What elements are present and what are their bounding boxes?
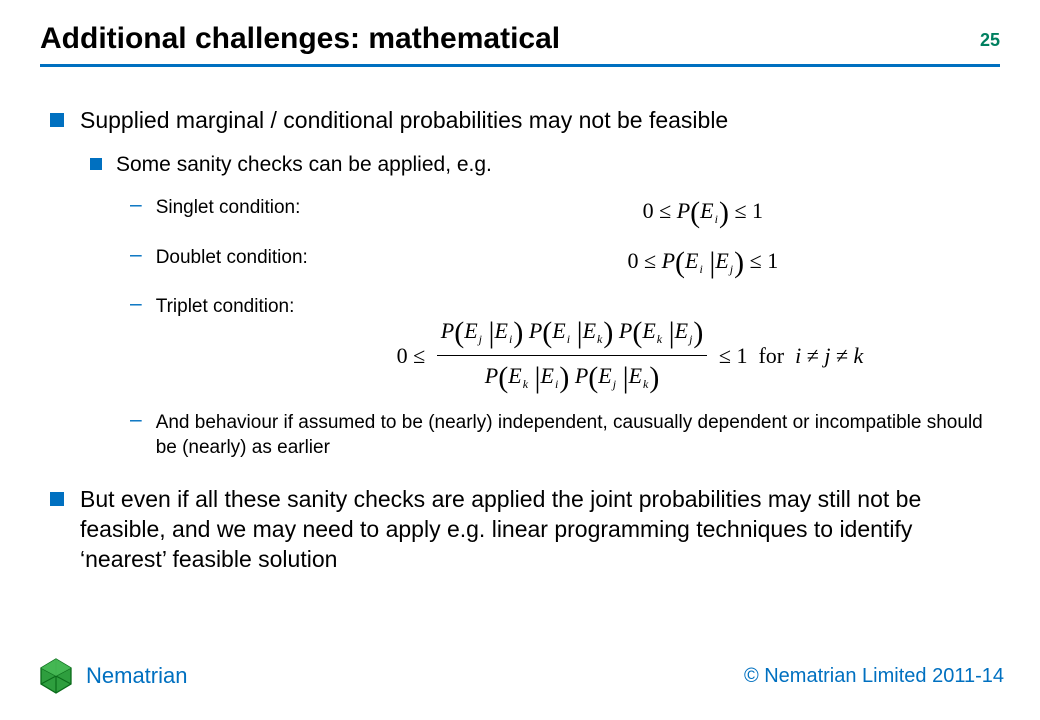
header-divider [40, 64, 1000, 67]
bullet-level2: Some sanity checks can be applied, e.g. [90, 151, 1000, 179]
slide: 25 Additional challenges: mathematical S… [0, 0, 1040, 720]
brand-name: Nematrian [86, 663, 187, 689]
dash-item-behaviour: – And behaviour if assumed to be (nearly… [130, 408, 1000, 460]
brand: Nematrian [36, 656, 187, 696]
square-bullet-icon [90, 158, 102, 170]
behaviour-text: And behaviour if assumed to be (nearly) … [156, 408, 1000, 460]
triplet-label: Triplet condition: [156, 292, 346, 319]
slide-body: Supplied marginal / conditional probabil… [50, 105, 1000, 591]
slide-header: Additional challenges: mathematical [40, 22, 1000, 67]
dash-icon: – [130, 193, 142, 216]
math-triplet: 0 ≤ P(Ej |Ei) P(Ei |Ek) P(Ek |Ej) P(Ek |… [260, 313, 1000, 397]
bullet-text: Some sanity checks can be applied, e.g. [116, 151, 1000, 179]
dash-icon: – [130, 292, 142, 315]
square-bullet-icon [50, 492, 64, 506]
doublet-label: Doublet condition: [156, 243, 346, 270]
dash-icon: – [130, 243, 142, 266]
bullet-text: Supplied marginal / conditional probabil… [80, 105, 1000, 135]
bullet-level1: Supplied marginal / conditional probabil… [50, 105, 1000, 135]
copyright: © Nematrian Limited 2011-14 [744, 665, 1004, 688]
singlet-label: Singlet condition: [156, 193, 346, 220]
dash-item-singlet: – Singlet condition: 0 ≤ P(Ei) ≤ 1 [130, 193, 1000, 233]
slide-title: Additional challenges: mathematical [40, 22, 1000, 56]
dash-icon: – [130, 408, 142, 431]
bullet-level1: But even if all these sanity checks are … [50, 484, 1000, 575]
dash-item-doublet: – Doublet condition: 0 ≤ P(Ei |Ej) ≤ 1 [130, 243, 1000, 283]
doublet-formula: 0 ≤ P(Ei |Ej) ≤ 1 [406, 243, 1000, 283]
bullet-text: But even if all these sanity checks are … [80, 484, 1000, 575]
math-singlet: 0 ≤ P(Ei) ≤ 1 [643, 198, 763, 223]
nematrian-logo-icon [36, 656, 76, 696]
square-bullet-icon [50, 113, 64, 127]
math-doublet: 0 ≤ P(Ei |Ej) ≤ 1 [627, 248, 778, 273]
triplet-formula: 0 ≤ P(Ej |Ei) P(Ei |Ek) P(Ek |Ej) P(Ek |… [130, 313, 1000, 397]
singlet-formula: 0 ≤ P(Ei) ≤ 1 [406, 193, 1000, 233]
slide-footer: Nematrian © Nematrian Limited 2011-14 [36, 656, 1004, 696]
